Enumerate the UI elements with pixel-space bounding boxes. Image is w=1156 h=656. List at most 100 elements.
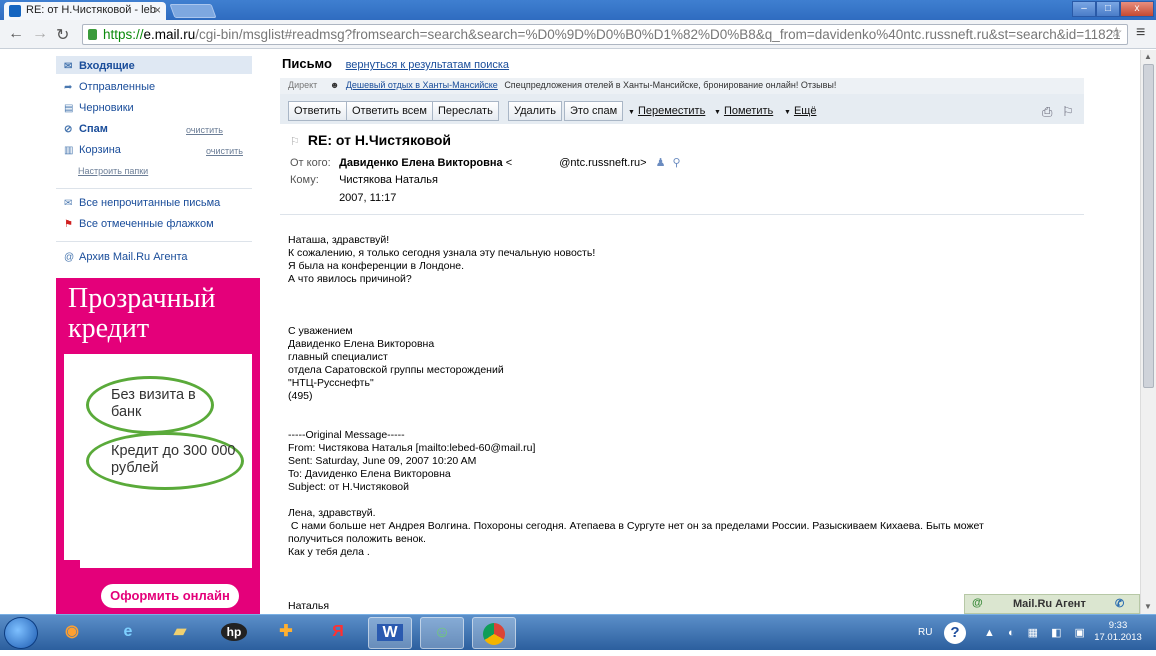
start-button[interactable] [4,617,38,649]
message-subject: ⚐ RE: от Н.Чистяковой [290,132,451,148]
folder-spam[interactable]: ⊘ Спам [64,123,108,135]
flag-icon: ⚑ [64,219,73,230]
clock-time: 9:33 [1108,620,1128,631]
tray-icons[interactable]: ▲ ◐ ▦ ◧ ▣ [984,626,1090,639]
yandex-letter: Я [332,623,344,640]
folder-sent[interactable]: ➦ Отправленные [64,81,155,93]
flag-outline-icon[interactable]: ⚐ [290,136,300,148]
search-icon[interactable]: ⚲ [673,157,681,169]
new-tab-button[interactable] [169,4,217,18]
folder-inbox[interactable]: ✉ Входящие [64,60,135,72]
forward-button[interactable]: Переслать [432,101,499,121]
vertical-scrollbar[interactable]: ▲ ▼ [1140,50,1156,614]
word-icon[interactable]: W [368,617,412,649]
media-player-icon[interactable]: ◉ [50,617,94,649]
file-explorer-icon[interactable]: ▰ [158,617,202,649]
users-app-icon[interactable]: ☺ [420,617,464,649]
puzzle-app-icon[interactable]: ✚ [264,617,308,649]
internet-explorer-icon[interactable]: e [106,617,150,649]
folder-label: Корзина [79,144,121,156]
menu-icon[interactable]: ≡ [1136,24,1145,42]
scroll-down-arrow-icon[interactable]: ▼ [1144,602,1152,611]
page-title: Письмо [282,56,332,71]
delete-button[interactable]: Удалить [508,101,562,121]
from-name[interactable]: Давиденко Елена Викторовна [339,157,503,169]
phone-icon[interactable]: ✆ [1115,597,1124,610]
ad-pill-no-visit: Без визита в банк [86,376,214,434]
forward-arrow-icon[interactable]: → [32,25,48,43]
more-dropdown[interactable]: ▼ Ещё [784,105,816,117]
to-row: Кому: Чистякова Наталья [290,174,438,186]
language-indicator[interactable]: RU [918,627,932,638]
dropdown-triangle-icon: ▼ [714,109,721,116]
trash-clean-link[interactable]: очистить [206,146,243,156]
browser-toolbar: ← → ↻ https://e.mail.ru/cgi-bin/msglist#… [0,20,1156,49]
reply-all-button[interactable]: Ответить всем [346,101,433,121]
unread-messages-link[interactable]: ✉ Все непрочитанные письма [64,197,220,209]
folder-trash[interactable]: ▥ Корзина [64,144,121,156]
word-letter: W [377,624,403,641]
message-pane: Письмо вернуться к результатам поиска Ди… [264,50,1092,614]
dropdown-label: Ещё [793,105,817,117]
ad-pill-credit-amount: Кредит до 300 000 рублей [86,432,244,490]
reload-icon[interactable]: ↻ [56,25,69,45]
clock[interactable]: 9:33 17.01.2013 [1088,620,1148,644]
mail-favicon-icon [9,5,21,17]
from-email[interactable]: @ntc.russneft.ru> [559,157,646,169]
agent-archive-link[interactable]: @ Архив Mail.Ru Агента [64,251,188,263]
scrollbar-thumb[interactable] [1143,64,1154,388]
move-dropdown[interactable]: ▼ Переместить [628,105,705,117]
yandex-browser-icon[interactable]: Я [316,617,360,649]
direct-label: Директ [288,80,318,90]
unread-envelope-icon: ✉ [64,198,73,209]
direct-ad-text: Спецпредложения отелей в Ханты-Мансийске… [504,80,837,90]
url-host: e.mail.ru [143,27,196,42]
browser-tab[interactable]: RE: от Н.Чистяковой - leb × [4,2,166,20]
spam-clean-link[interactable]: очистить [186,125,223,135]
dropdown-triangle-icon: ▼ [628,109,635,116]
message-date: 2007, 11:17 [339,192,397,204]
page-viewport: ✉ Входящие ➦ Отправленные ▤ Черновики ⊘ Спам… [0,50,1156,614]
dropdown-label: Пометить [723,105,774,117]
hp-icon[interactable]: hp [212,617,256,649]
ad-apply-online-button[interactable]: Оформить онлайн [101,584,239,608]
to-label: Кому: [290,174,319,186]
sidebar-divider [56,188,252,189]
tab-close-icon[interactable]: × [154,3,161,17]
link-label: Архив Mail.Ru Агента [79,251,188,263]
back-arrow-icon[interactable]: ← [8,25,24,43]
setup-folders-link[interactable]: Настроить папки [78,166,148,176]
window-close-button[interactable]: x [1120,1,1154,17]
add-contact-icon[interactable]: ♟ [656,157,666,169]
reply-button[interactable]: Ответить [288,101,348,121]
from-label: От кого: [290,157,331,169]
flagged-messages-link[interactable]: ⚑ Все отмеченные флажком [64,218,214,230]
folder-drafts[interactable]: ▤ Черновики [64,102,134,114]
folder-label: Спам [79,123,108,135]
print-icon[interactable]: ⎙ [1042,104,1052,120]
url-path: /cgi-bin/msglist#readmsg?fromsearch=sear… [195,27,1121,42]
help-icon[interactable]: ? [944,622,966,644]
message-actions-bar: Ответить Ответить всем Переслать Удалить… [280,94,1084,124]
chrome-icon[interactable] [472,617,516,649]
to-name: Чистякова Наталья [339,174,438,186]
scroll-up-arrow-icon[interactable]: ▲ [1144,52,1152,61]
ad-title: Прозрачный кредит [68,283,216,344]
credit-ad-banner[interactable]: Прозрачный кредит Без визита в банк Кред… [56,278,260,614]
mark-dropdown[interactable]: ▼ Пометить [714,105,773,117]
bookmark-star-icon[interactable]: ☆ [1110,24,1123,41]
mailru-agent-widget[interactable]: @ Mail.Ru Агент ✆ [964,594,1140,614]
spam-icon: ⊘ [64,124,73,135]
spam-button[interactable]: Это спам [564,101,624,121]
sunglasses-icon: ☻ [329,80,340,90]
link-label: Все непрочитанные письма [79,197,221,209]
window-minimize-button[interactable]: – [1072,1,1096,17]
back-to-search-link[interactable]: вернуться к результатам поиска [346,59,509,71]
agent-at-icon: @ [972,597,983,609]
date-row: 2007, 11:17 [290,192,396,204]
sidebar-divider [56,241,252,242]
direct-ad-link[interactable]: Дешевый отдых в Ханты-Мансийске [346,80,498,90]
address-bar[interactable]: https://e.mail.ru/cgi-bin/msglist#readms… [82,24,1128,45]
window-maximize-button[interactable]: □ [1096,1,1120,17]
translate-icon[interactable]: ⚐ [1062,104,1074,120]
